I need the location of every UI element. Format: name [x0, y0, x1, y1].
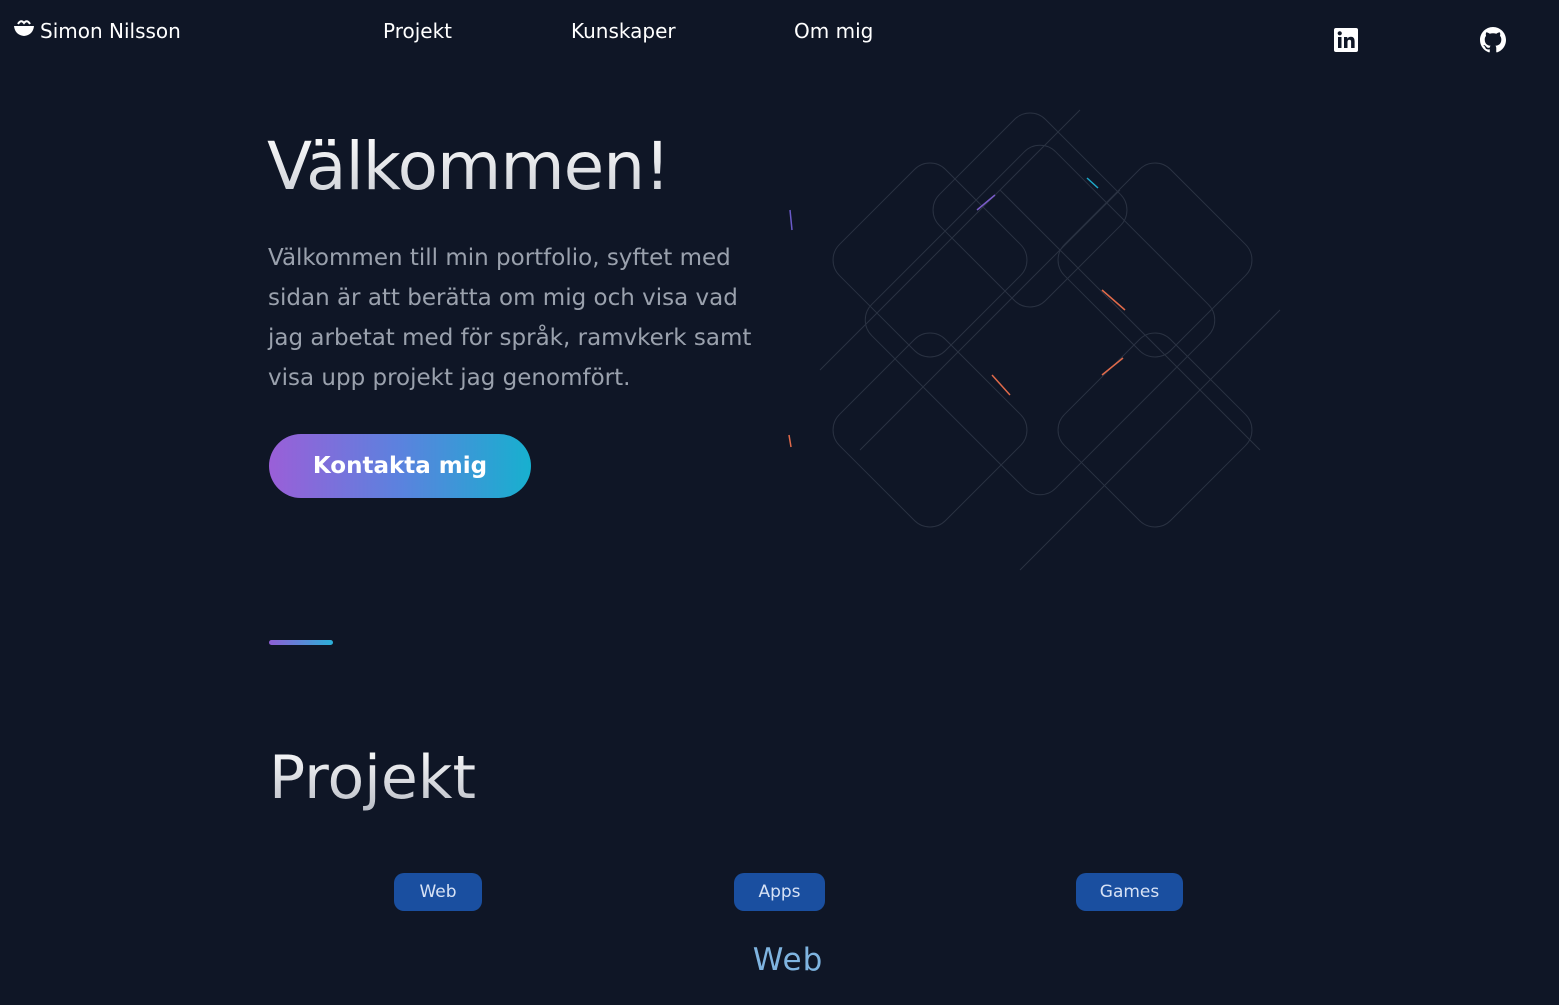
decorative-grid-graphic [788, 109, 1281, 571]
nav-link-projekt[interactable]: Projekt [383, 19, 452, 43]
hero-title: Välkommen! [267, 128, 671, 205]
filter-games-button[interactable]: Games [1076, 873, 1183, 911]
projects-title: Projekt [269, 743, 477, 813]
contact-button[interactable]: Kontakta mig [269, 434, 531, 498]
bowl-icon [12, 18, 36, 43]
page: Simon Nilsson Projekt Kunskaper Om mig V… [0, 0, 1559, 1005]
filter-web-button[interactable]: Web [394, 873, 482, 911]
nav-link-om-mig[interactable]: Om mig [794, 19, 873, 43]
section-divider [269, 640, 333, 645]
linkedin-icon[interactable] [1333, 27, 1359, 53]
github-icon[interactable] [1480, 27, 1506, 53]
filter-apps-button[interactable]: Apps [734, 873, 825, 911]
brand-name: Simon Nilsson [40, 18, 181, 43]
active-category-heading: Web [752, 942, 824, 978]
brand-link[interactable]: Simon Nilsson [12, 18, 181, 43]
hero-text: Välkommen till min portfolio, syftet med… [268, 245, 752, 391]
nav-link-kunskaper[interactable]: Kunskaper [571, 19, 676, 43]
